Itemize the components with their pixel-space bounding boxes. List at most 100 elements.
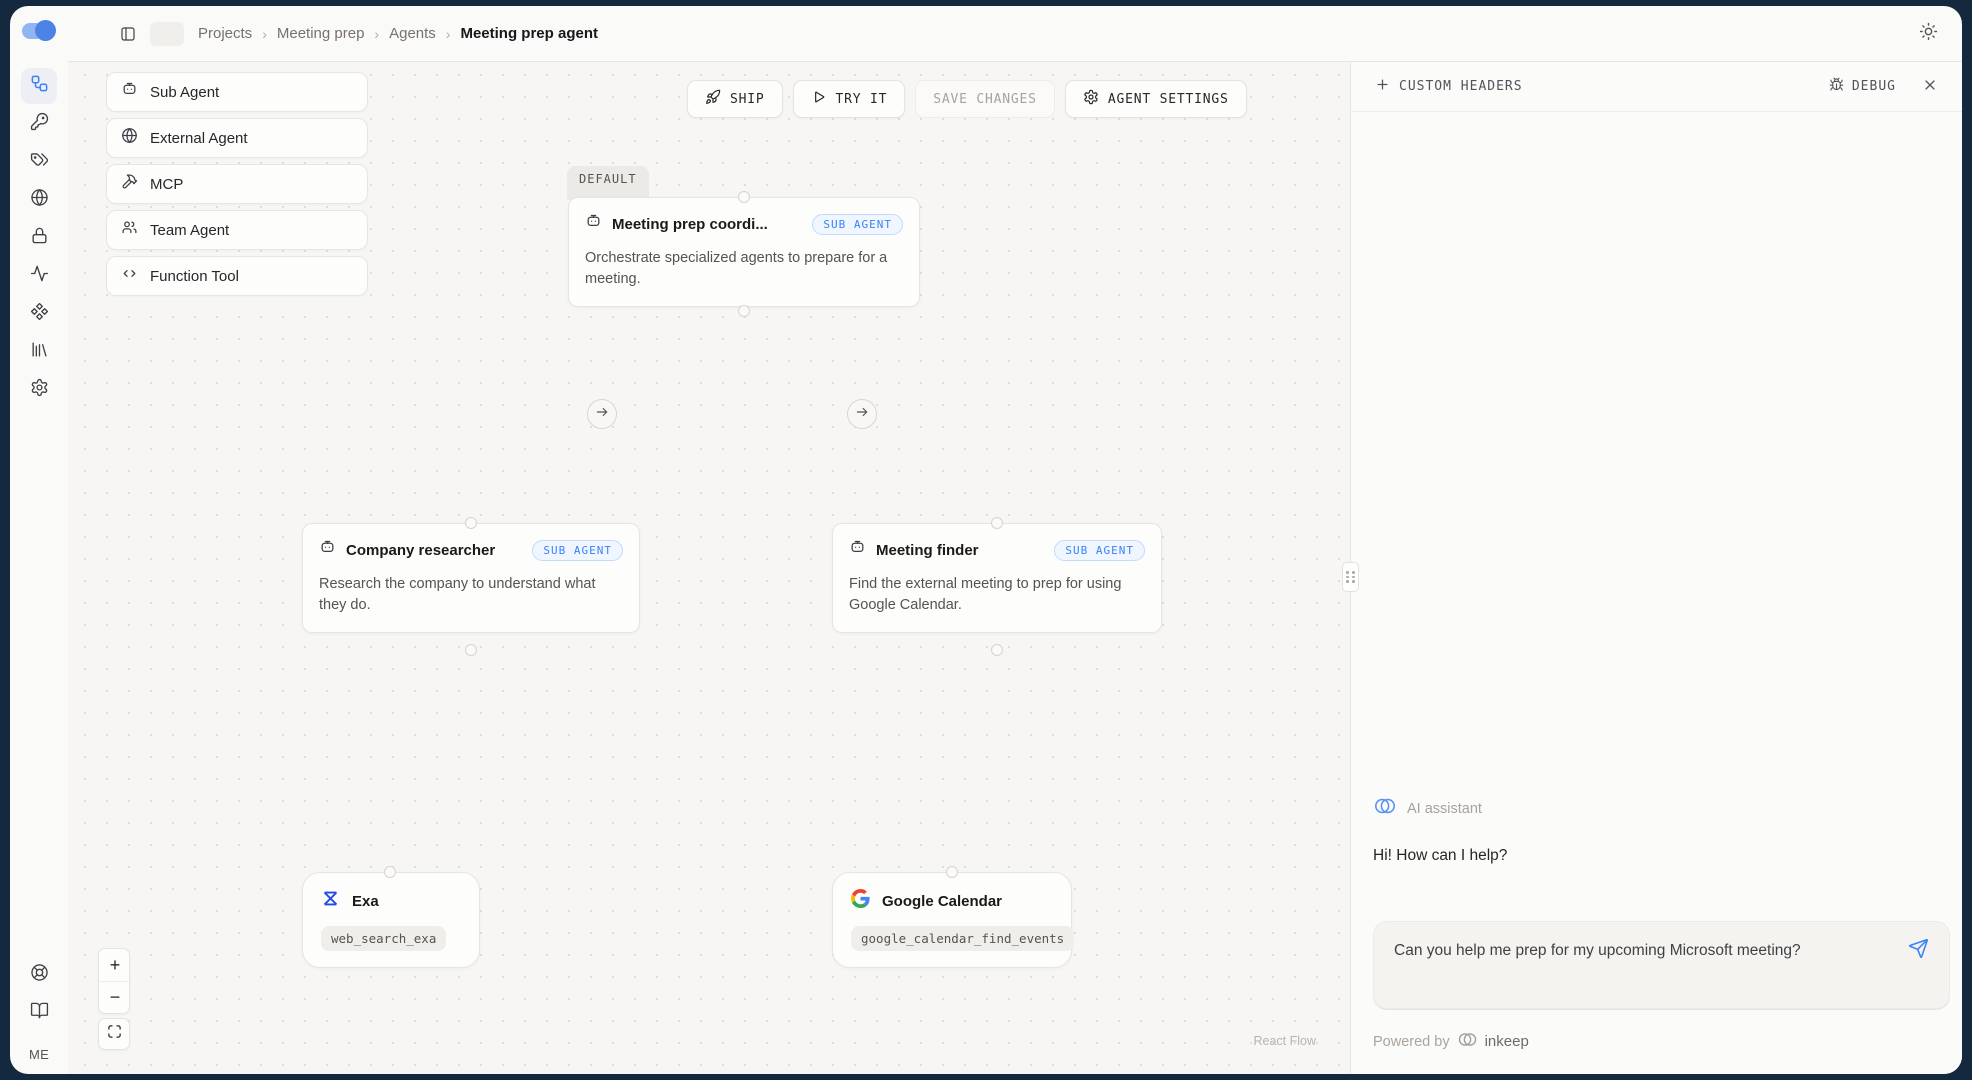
palette-item-label: Sub Agent [150,84,219,101]
breadcrumb-meeting-prep[interactable]: Meeting prep [277,25,365,42]
powered-by-label: Powered by [1373,1034,1450,1050]
ship-label: SHIP [730,92,765,107]
user-avatar[interactable]: ME [29,1047,49,1062]
breadcrumb-separator: › [374,26,379,42]
debug-button[interactable]: DEBUG [1829,77,1896,96]
edge-arrow-marker[interactable] [847,399,877,429]
palette-item-sub-agent[interactable]: Sub Agent [106,72,368,112]
app-window: ME Projects › Meeting prep › Agents › Me… [10,6,1962,1074]
node-exa[interactable]: Exa web_search_exa [302,872,480,968]
node-google-calendar[interactable]: Google Calendar google_calendar_find_eve… [832,872,1072,968]
theme-toggle-button[interactable] [1919,22,1938,46]
rail-item-activity[interactable] [21,258,57,294]
node-handle-top[interactable] [384,866,396,878]
node-handle-top[interactable] [738,191,750,203]
node-handle-top[interactable] [991,517,1003,529]
tool-function-pill: web_search_exa [321,926,446,951]
close-panel-button[interactable] [1922,77,1938,97]
rail-item-settings[interactable] [21,372,57,408]
node-title: Meeting prep coordi... [612,216,802,233]
life-buoy-icon [30,963,49,987]
inkeep-assistant-icon [1373,794,1397,823]
assistant-name: AI assistant [1407,801,1482,817]
inkeep-logo [22,20,56,42]
hammer-icon [121,173,138,195]
zoom-out-button[interactable]: − [99,981,130,1013]
chat-input-card[interactable]: Can you help me prep for my upcoming Mic… [1373,921,1950,1009]
bot-icon [849,539,866,561]
agent-settings-button[interactable]: AGENT SETTINGS [1065,80,1247,118]
play-icon [811,89,827,109]
node-handle-top[interactable] [946,866,958,878]
tool-title: Exa [352,893,379,910]
node-handle-bottom[interactable] [991,644,1003,656]
custom-headers-label: CUSTOM HEADERS [1399,79,1523,94]
bot-icon [319,539,336,561]
chat-panel-header: CUSTOM HEADERS DEBUG [1351,62,1962,112]
close-icon [1922,77,1938,97]
bot-icon [585,213,602,235]
rail-item-external[interactable] [21,182,57,218]
palette-item-external-agent[interactable]: External Agent [106,118,368,158]
panel-left-toggle-icon[interactable] [120,26,136,42]
node-description: Research the company to understand what … [319,574,623,616]
node-handle-bottom[interactable] [465,644,477,656]
chat-input[interactable]: Can you help me prep for my upcoming Mic… [1394,939,1885,964]
arrow-right-icon [595,405,609,424]
maximize-icon [107,1024,122,1044]
rail-item-credentials[interactable] [21,106,57,142]
agent-settings-label: AGENT SETTINGS [1108,92,1229,107]
rail-item-tags[interactable] [21,144,57,180]
breadcrumb-projects[interactable]: Projects [198,25,252,42]
rail-item-docs[interactable] [21,995,57,1031]
custom-headers-button[interactable]: CUSTOM HEADERS [1375,77,1523,96]
debug-label: DEBUG [1852,79,1896,94]
library-icon [30,340,49,364]
send-icon [1908,938,1929,964]
node-meeting-finder[interactable]: Meeting finder SUB AGENT Find the extern… [832,523,1162,633]
node-description: Find the external meeting to prep for us… [849,574,1145,616]
node-title: Meeting finder [876,542,1044,559]
palette-item-team-agent[interactable]: Team Agent [106,210,368,250]
rail-item-components[interactable] [21,296,57,332]
panel-resize-handle[interactable] [1342,562,1359,592]
react-flow-attribution[interactable]: React Flow [1253,1034,1316,1048]
rail-item-help[interactable] [21,957,57,993]
fit-view-button[interactable] [98,1018,130,1050]
chat-panel: CUSTOM HEADERS DEBUG [1350,62,1962,1074]
breadcrumb-agents[interactable]: Agents [389,25,436,42]
rocket-icon [705,89,721,109]
canvas-toolbar: SHIP TRY IT SAVE CHANGES AGENT SETTINGS [687,80,1247,118]
edge-arrow-marker[interactable] [587,399,617,429]
activity-icon [30,264,49,288]
try-it-button[interactable]: TRY IT [793,80,906,118]
node-coordinator[interactable]: Meeting prep coordi... SUB AGENT Orchest… [568,197,920,307]
breadcrumb: Projects › Meeting prep › Agents › Meeti… [198,25,598,42]
breadcrumb-separator: › [262,26,267,42]
node-handle-bottom[interactable] [738,305,750,317]
zoom-controls: + − [98,948,130,1014]
palette-item-function-tool[interactable]: Function Tool [106,256,368,296]
ship-button[interactable]: SHIP [687,80,783,118]
book-open-icon [30,1001,49,1025]
tool-function-pill: google_calendar_find_events [851,926,1074,951]
powered-by-row[interactable]: Powered by inkeep [1373,1029,1954,1054]
gear-icon [30,378,49,402]
node-handle-top[interactable] [465,517,477,529]
send-button[interactable] [1908,938,1929,964]
bug-icon [1829,77,1844,96]
rail-item-library[interactable] [21,334,57,370]
sub-agent-badge: SUB AGENT [1054,540,1145,561]
gear-icon [1083,89,1099,109]
chat-area: AI assistant Hi! How can I help? Can you… [1351,112,1962,1074]
palette-item-label: MCP [150,176,183,193]
zoom-in-button[interactable]: + [99,949,130,981]
sub-agent-badge: SUB AGENT [532,540,623,561]
flow-canvas[interactable]: Sub Agent External Agent MCP Team Agent [68,62,1350,1074]
node-company-researcher[interactable]: Company researcher SUB AGENT Research th… [302,523,640,633]
save-changes-button[interactable]: SAVE CHANGES [915,80,1055,118]
rail-item-graph[interactable] [21,68,57,104]
node-description: Orchestrate specialized agents to prepar… [585,248,903,290]
palette-item-mcp[interactable]: MCP [106,164,368,204]
rail-item-security[interactable] [21,220,57,256]
